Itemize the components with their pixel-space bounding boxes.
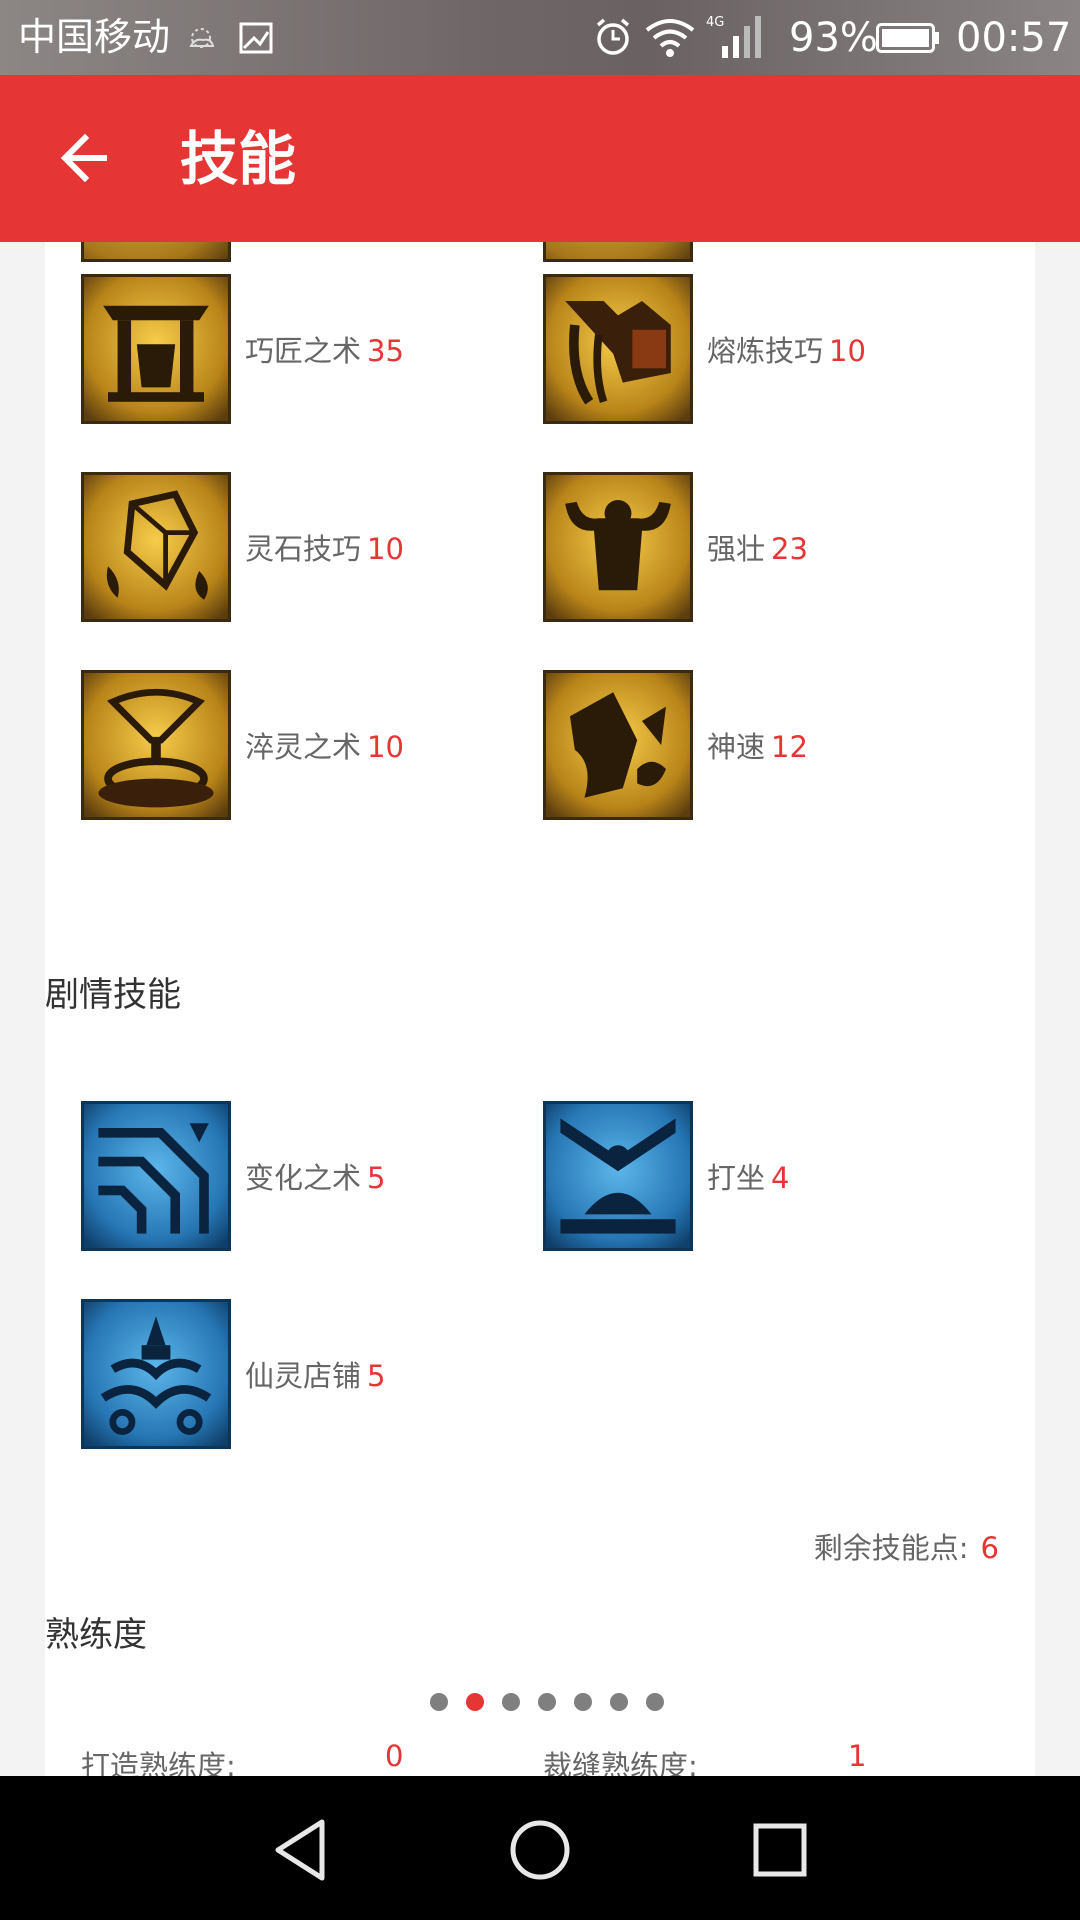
wifi-icon	[645, 19, 695, 57]
skill-level: 10	[367, 532, 404, 566]
skill-level: 35	[367, 334, 404, 368]
transform-icon	[81, 1101, 231, 1251]
carrier-name: 中国移动	[18, 15, 171, 59]
skill-level: 5	[367, 1161, 386, 1195]
skill-level: 10	[367, 730, 404, 764]
image-icon	[239, 22, 273, 54]
partial-skill-icon	[81, 242, 231, 262]
skill-item[interactable]: 强壮 23	[543, 472, 808, 622]
page-dot[interactable]	[430, 1693, 448, 1711]
page-title: 技能	[180, 125, 297, 193]
skills-scroll-content[interactable]: 巧匠之术 35 熔炼技巧 10 灵石技巧 10 强壮 23 淬灵之术 10 神速…	[0, 242, 1080, 1776]
skill-item[interactable]: 灵石技巧 10	[81, 472, 404, 622]
swift-icon	[543, 670, 693, 820]
skill-level: 4	[771, 1161, 790, 1195]
recents-square-icon[interactable]	[740, 1810, 820, 1890]
proficiency-label: 打造熟练度:	[81, 1749, 236, 1776]
remaining-label: 剩余技能点:	[813, 1531, 969, 1565]
proficiency-label: 裁缝熟练度:	[543, 1749, 698, 1776]
skill-item-partial[interactable]	[81, 242, 231, 262]
network-type-label: 4G	[706, 15, 724, 30]
alarm-icon	[596, 18, 630, 55]
smelting-icon	[543, 274, 693, 424]
skill-name: 神速	[707, 730, 766, 764]
clock: 00:57	[956, 15, 1072, 61]
weather-icon	[189, 28, 215, 48]
system-nav-bar	[0, 1776, 1080, 1920]
skill-level: 23	[771, 532, 808, 566]
skill-item[interactable]: 巧匠之术 35	[81, 274, 404, 424]
skill-name: 仙灵店铺	[245, 1359, 362, 1393]
skill-level: 12	[771, 730, 808, 764]
skill-level: 10	[829, 334, 866, 368]
skill-name: 熔炼技巧	[707, 334, 824, 368]
proficiency-value: 1	[848, 1739, 867, 1773]
back-triangle-icon[interactable]	[260, 1810, 340, 1890]
page-dot-active[interactable]	[466, 1693, 484, 1711]
app-bar: 技能	[0, 75, 1080, 242]
page-indicator[interactable]	[430, 1693, 664, 1711]
page-dot[interactable]	[538, 1693, 556, 1711]
signal-4g-icon: 4G	[706, 15, 761, 58]
battery-percent: 93%	[789, 15, 878, 61]
skill-name: 灵石技巧	[245, 532, 362, 566]
quench-icon	[81, 670, 231, 820]
skill-name: 强壮	[707, 532, 766, 566]
arrow-left-icon	[60, 134, 107, 182]
skill-item[interactable]: 淬灵之术 10	[81, 670, 404, 820]
home-circle-icon[interactable]	[500, 1810, 580, 1890]
skill-item[interactable]: 熔炼技巧 10	[543, 274, 866, 424]
skill-name: 巧匠之术	[245, 334, 362, 368]
shop-icon	[81, 1299, 231, 1449]
skill-item[interactable]: 变化之术 5	[81, 1101, 385, 1251]
remaining-value: 6	[980, 1531, 999, 1565]
status-bar: 中国移动 4G 93% 00:57	[0, 0, 1080, 75]
spirit-stone-icon	[81, 472, 231, 622]
life-skills-card: 巧匠之术 35 熔炼技巧 10 灵石技巧 10 强壮 23 淬灵之术 10 神速…	[45, 242, 1035, 1170]
meditate-icon	[543, 1101, 693, 1251]
page-dot[interactable]	[502, 1693, 520, 1711]
strength-icon	[543, 472, 693, 622]
battery-icon	[876, 23, 939, 53]
skill-item[interactable]: 打坐 4	[543, 1101, 789, 1251]
skill-item-partial[interactable]	[543, 242, 693, 262]
page-dot[interactable]	[574, 1693, 592, 1711]
proficiency-title: 熟练度	[45, 1615, 147, 1655]
skill-name: 变化之术	[245, 1161, 362, 1195]
page-dot[interactable]	[646, 1693, 664, 1711]
skill-level: 5	[367, 1359, 386, 1393]
back-button[interactable]	[42, 115, 128, 201]
proficiency-value: 0	[385, 1739, 404, 1773]
remaining-skill-points: 剩余技能点: 6	[814, 1525, 999, 1567]
story-skills-card: 变化之术 5 打坐 4 仙灵店铺 5 剩余技能点: 6	[45, 1065, 1035, 1776]
skill-name: 淬灵之术	[245, 730, 362, 764]
partial-skill-icon	[543, 242, 693, 262]
skill-name: 打坐	[707, 1161, 766, 1195]
story-skills-title: 剧情技能	[45, 975, 181, 1015]
page-dot[interactable]	[610, 1693, 628, 1711]
skill-item[interactable]: 神速 12	[543, 670, 808, 820]
skill-item[interactable]: 仙灵店铺 5	[81, 1299, 385, 1449]
proficiency-card: 打造熟练度: 0 裁缝熟练度: 1	[45, 1707, 1035, 1776]
craftsman-icon	[81, 274, 231, 424]
